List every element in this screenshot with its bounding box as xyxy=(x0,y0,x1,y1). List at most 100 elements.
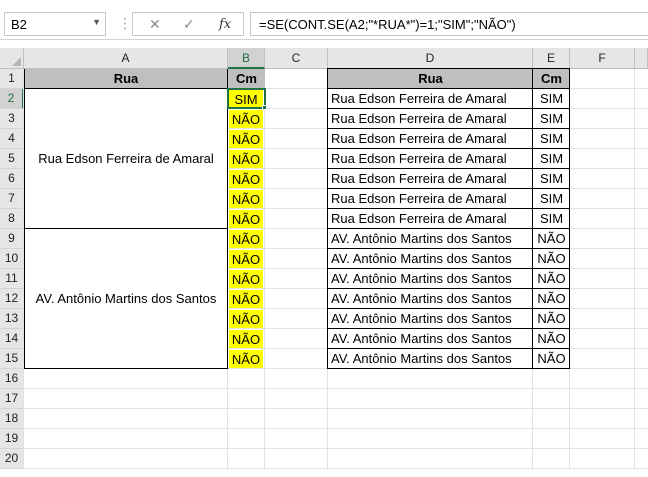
cm-result-cell[interactable]: NÃO xyxy=(533,229,570,249)
cm-result-cell[interactable]: SIM xyxy=(533,129,570,149)
street-cell[interactable]: AV. Antônio Martins dos Santos xyxy=(328,289,533,309)
merged-street-1[interactable]: Rua Edson Ferreira de Amaral xyxy=(24,149,228,169)
column-header-d[interactable]: D xyxy=(328,48,533,69)
table-border xyxy=(327,168,570,169)
formula-bar: B2 ▼ ⋮ ✕ ✓ fx =SE(CONT.SE(A2;"*RUA*")=1;… xyxy=(0,0,648,40)
formula-input[interactable]: =SE(CONT.SE(A2;"*RUA*")=1;"SIM";"NÃO") xyxy=(250,12,648,36)
cm-cell[interactable]: NÃO xyxy=(229,130,263,148)
row-header-19[interactable]: 19 xyxy=(0,429,24,449)
cm-cell[interactable]: NÃO xyxy=(229,310,263,328)
column-header-e[interactable]: E xyxy=(533,48,570,69)
street-cell[interactable]: Rua Edson Ferreira de Amaral xyxy=(328,189,533,209)
row-header-14[interactable]: 14 xyxy=(0,329,24,349)
row-header-17[interactable]: 17 xyxy=(0,389,24,409)
row-header-20[interactable]: 20 xyxy=(0,449,24,469)
row-header-3[interactable]: 3 xyxy=(0,109,24,129)
table-border xyxy=(327,228,570,229)
gridline-horizontal xyxy=(24,388,648,389)
fill-handle[interactable] xyxy=(262,105,267,110)
street-cell[interactable]: AV. Antônio Martins dos Santos xyxy=(328,329,533,349)
column-header-c[interactable]: C xyxy=(265,48,328,69)
cm-cell[interactable]: NÃO xyxy=(229,350,263,368)
cm-result-cell[interactable]: NÃO xyxy=(533,289,570,309)
cm-result-cell[interactable]: SIM xyxy=(533,189,570,209)
table-border xyxy=(327,328,570,329)
table-border xyxy=(24,69,25,369)
cm-cell[interactable]: NÃO xyxy=(229,150,263,168)
row-header-16[interactable]: 16 xyxy=(0,369,24,389)
street-cell[interactable]: AV. Antônio Martins dos Santos xyxy=(328,229,533,249)
street-cell[interactable]: AV. Antônio Martins dos Santos xyxy=(328,269,533,289)
table-border xyxy=(24,368,228,369)
cm-cell[interactable]: NÃO xyxy=(229,190,263,208)
cm-cell[interactable]: NÃO xyxy=(229,290,263,308)
cm-cell[interactable]: NÃO xyxy=(229,250,263,268)
street-cell[interactable]: AV. Antônio Martins dos Santos xyxy=(328,249,533,269)
table-border xyxy=(327,288,570,289)
cm-cell[interactable]: NÃO xyxy=(229,330,263,348)
gridline-horizontal xyxy=(24,468,648,469)
row-header-6[interactable]: 6 xyxy=(0,169,24,189)
street-cell[interactable]: Rua Edson Ferreira de Amaral xyxy=(328,209,533,229)
street-cell[interactable]: Rua Edson Ferreira de Amaral xyxy=(328,109,533,129)
header-rua-right: Rua xyxy=(328,69,533,89)
table-border xyxy=(327,68,570,69)
cm-result-cell[interactable]: NÃO xyxy=(533,329,570,349)
cm-result-cell[interactable]: NÃO xyxy=(533,309,570,329)
street-cell[interactable]: Rua Edson Ferreira de Amaral xyxy=(328,149,533,169)
spreadsheet-grid[interactable]: A B C D E F 1 2 3 4 5 6 7 8 9 10 11 12 13 14 15 16 17 18 19 20 Rua… xyxy=(0,48,648,477)
cm-result-cell[interactable]: NÃO xyxy=(533,349,570,369)
row-header-18[interactable]: 18 xyxy=(0,409,24,429)
table-border xyxy=(327,108,570,109)
row-header-11[interactable]: 11 xyxy=(0,269,24,289)
row-header-10[interactable]: 10 xyxy=(0,249,24,269)
row-header-13[interactable]: 13 xyxy=(0,309,24,329)
name-box[interactable]: B2 ▼ xyxy=(4,12,106,36)
cm-result-cell[interactable]: SIM xyxy=(533,209,570,229)
cm-result-cell[interactable]: SIM xyxy=(533,149,570,169)
column-header-b[interactable]: B xyxy=(228,48,265,69)
table-border xyxy=(327,308,570,309)
row-header-15[interactable]: 15 xyxy=(0,349,24,369)
street-cell[interactable]: Rua Edson Ferreira de Amaral xyxy=(328,129,533,149)
row-header-1[interactable]: 1 xyxy=(0,69,24,89)
street-cell[interactable]: Rua Edson Ferreira de Amaral xyxy=(328,169,533,189)
insert-function-icon[interactable]: fx xyxy=(219,17,231,32)
row-header-12[interactable]: 12 xyxy=(0,289,24,309)
cm-result-cell[interactable]: NÃO xyxy=(533,269,570,289)
gridline-vertical xyxy=(634,69,635,469)
table-border xyxy=(327,148,570,149)
cm-result-cell[interactable]: SIM xyxy=(533,169,570,189)
cm-cell[interactable]: NÃO xyxy=(229,210,263,228)
gridline-horizontal xyxy=(24,428,648,429)
select-all-button[interactable] xyxy=(0,48,24,69)
cm-cell[interactable]: NÃO xyxy=(229,230,263,248)
row-header-4[interactable]: 4 xyxy=(0,129,24,149)
cm-cell[interactable]: NÃO xyxy=(229,270,263,288)
formula-buttons: ✕ ✓ fx xyxy=(132,12,244,36)
cancel-icon[interactable]: ✕ xyxy=(149,16,161,33)
street-cell[interactable]: Rua Edson Ferreira de Amaral xyxy=(328,89,533,109)
cm-result-cell[interactable]: NÃO xyxy=(533,249,570,269)
chevron-down-icon[interactable]: ▼ xyxy=(92,17,101,27)
row-header-8[interactable]: 8 xyxy=(0,209,24,229)
street-cell[interactable]: AV. Antônio Martins dos Santos xyxy=(328,349,533,369)
cm-result-cell[interactable]: SIM xyxy=(533,89,570,109)
merged-street-2[interactable]: AV. Antônio Martins dos Santos xyxy=(24,289,228,309)
row-header-2[interactable]: 2 xyxy=(0,89,24,109)
row-header-7[interactable]: 7 xyxy=(0,189,24,209)
cm-result-cell[interactable]: SIM xyxy=(533,109,570,129)
table-border xyxy=(327,128,570,129)
column-header-f[interactable]: F xyxy=(570,48,635,69)
street-cell[interactable]: AV. Antônio Martins dos Santos xyxy=(328,309,533,329)
table-border xyxy=(327,69,328,369)
row-header-9[interactable]: 9 xyxy=(0,229,24,249)
cm-cell[interactable]: NÃO xyxy=(229,110,263,128)
table-border xyxy=(569,69,570,369)
table-border xyxy=(24,88,228,89)
drag-handle-icon[interactable]: ⋮ xyxy=(118,14,132,32)
cm-cell[interactable]: NÃO xyxy=(229,170,263,188)
column-header-a[interactable]: A xyxy=(24,48,228,69)
row-header-5[interactable]: 5 xyxy=(0,149,24,169)
enter-icon[interactable]: ✓ xyxy=(183,16,195,33)
